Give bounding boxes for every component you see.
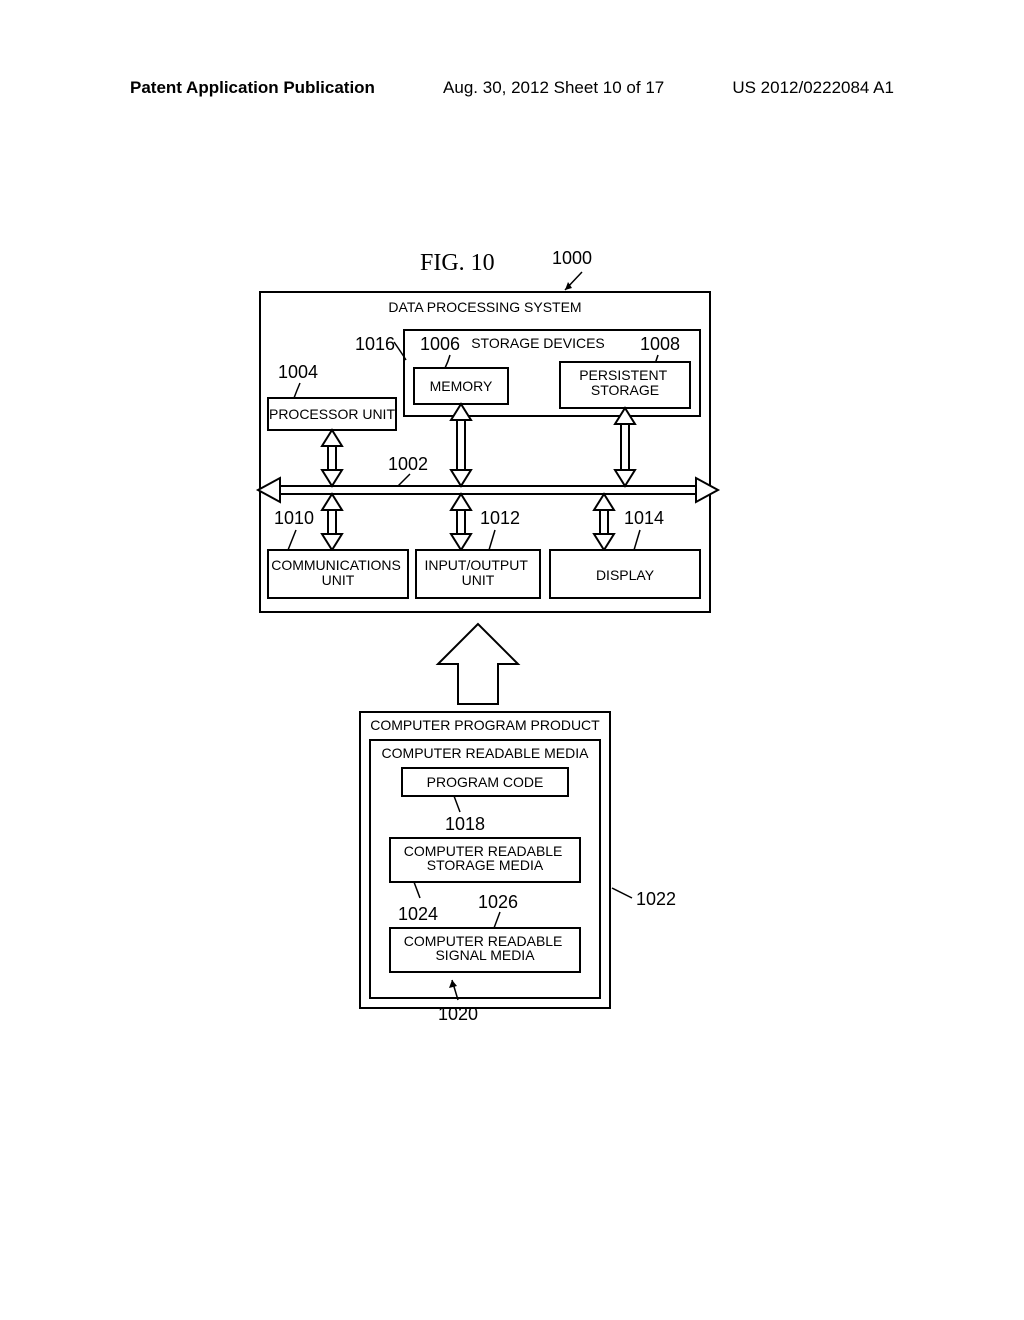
comm-l2: UNIT xyxy=(322,572,355,588)
persistent-l2: STORAGE xyxy=(591,382,659,398)
diagram-svg: DATA PROCESSING SYSTEM STORAGE DEVICES 1… xyxy=(0,0,1024,1320)
ref-1012: 1012 xyxy=(480,508,520,528)
persistent-l1: PERSISTENT xyxy=(579,367,667,383)
dps-title: DATA PROCESSING SYSTEM xyxy=(388,299,581,315)
ref-1004: 1004 xyxy=(278,362,318,382)
ref-1006: 1006 xyxy=(420,334,460,354)
ref-1024: 1024 xyxy=(398,904,438,924)
ref-1016: 1016 xyxy=(355,334,395,354)
ref-1014: 1014 xyxy=(624,508,664,528)
io-l1: INPUT/OUTPUT xyxy=(424,557,528,573)
cpp-title: COMPUTER PROGRAM PRODUCT xyxy=(370,717,600,733)
ref-1010: 1010 xyxy=(274,508,314,528)
ref-1008: 1008 xyxy=(640,334,680,354)
program-code-label: PROGRAM CODE xyxy=(427,774,544,790)
crm-title: COMPUTER READABLE MEDIA xyxy=(382,745,590,761)
io-l2: UNIT xyxy=(462,572,495,588)
processor-label: PROCESSOR UNIT xyxy=(269,406,395,422)
storage-devices-label: STORAGE DEVICES xyxy=(471,335,605,351)
svg-text:COMPUTER READABLE STORAG: COMPUTER READABLE STORAGE MEDIA xyxy=(404,843,567,873)
ref-1026: 1026 xyxy=(478,892,518,912)
ref-1022: 1022 xyxy=(636,889,676,909)
memory-label: MEMORY xyxy=(430,378,493,394)
comm-l1: COMMUNICATIONS xyxy=(271,557,401,573)
page: Patent Application Publication Aug. 30, … xyxy=(0,0,1024,1320)
ref-1018: 1018 xyxy=(445,814,485,834)
ref-1002: 1002 xyxy=(388,454,428,474)
display-label: DISPLAY xyxy=(596,567,655,583)
crsgm-l2: SIGNAL MEDIA xyxy=(435,947,535,963)
ref-1020: 1020 xyxy=(438,1004,478,1024)
svg-text:PERSISTENT STORAGE: PERSISTENT STORAGE xyxy=(579,367,671,398)
arrow-cpp-dps xyxy=(438,624,518,704)
crsm-l2: STORAGE MEDIA xyxy=(427,857,544,873)
